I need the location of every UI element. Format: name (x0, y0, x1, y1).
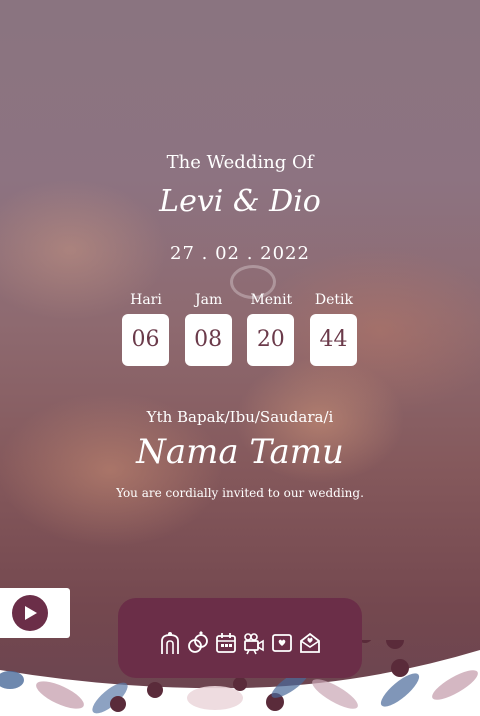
rings-icon[interactable] (187, 630, 209, 656)
countdown-value: 44 (309, 314, 357, 366)
countdown-label: Jam (195, 292, 223, 308)
couple-names: Levi & Dio (159, 184, 321, 219)
gallery-icon[interactable] (271, 630, 293, 656)
countdown-days: Hari 06 (122, 290, 170, 366)
music-panel (0, 588, 70, 638)
countdown-value: 08 (184, 314, 232, 366)
countdown-hours: Jam 08 (184, 290, 233, 366)
countdown-label: Menit (250, 292, 293, 308)
camera-icon[interactable] (243, 630, 265, 656)
countdown-minutes: Menit 20 (247, 290, 295, 366)
guest-greeting: Yth Bapak/Ibu/Saudara/i (146, 408, 334, 426)
envelope-icon[interactable] (299, 630, 321, 656)
guest-name: Nama Tamu (136, 432, 344, 472)
countdown-label: Detik (314, 292, 354, 308)
countdown-label: Hari (130, 292, 162, 308)
countdown-seconds: Detik 44 (309, 290, 358, 366)
calendar-icon[interactable] (215, 630, 237, 656)
bottom-nav (118, 598, 362, 678)
countdown: Hari 06 Jam 08 Menit 20 Detik 44 (122, 290, 358, 366)
music-play-button[interactable] (12, 595, 48, 631)
play-icon (25, 606, 37, 620)
countdown-value: 06 (122, 314, 169, 366)
wedding-subtitle: The Wedding Of (166, 152, 314, 173)
wedding-date: 27 . 02 . 2022 (170, 243, 310, 264)
couple-icon[interactable] (159, 630, 181, 656)
invite-text: You are cordially invited to our wedding… (116, 486, 364, 500)
countdown-value: 20 (247, 314, 295, 366)
